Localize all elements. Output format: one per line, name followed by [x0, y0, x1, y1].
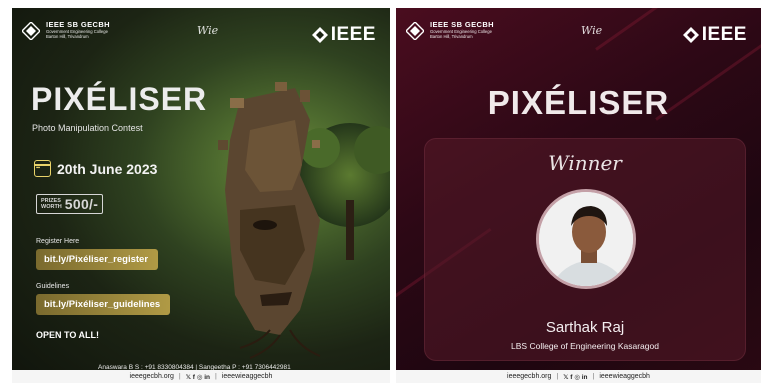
register-link[interactable]: bit.ly/Pixéliser_register	[36, 249, 159, 270]
winner-label: Winner	[548, 151, 622, 175]
winner-name: Sarthak Raj	[545, 319, 625, 336]
poster-footer: ieeegecbh.org | 𝕏 f ◎ in | ieeewieaggecb…	[12, 370, 390, 383]
date-text: 20th June 2023	[57, 160, 158, 177]
winner-card: Winner Sarthak Raj LBS College of Engine…	[424, 138, 746, 361]
org-title: IEEE SB GECBH	[46, 20, 110, 29]
org-sub-2: Barton Hill, Trivandrum	[46, 34, 89, 39]
footer-handle[interactable]: ieeewieaggecbh	[222, 373, 273, 380]
footer-site-link[interactable]: ieeegecbh.org	[507, 373, 551, 380]
poster-header: IEEE SB GECBH Government Engineering Col…	[22, 20, 380, 46]
contest-poster: IEEE SB GECBH Government Engineering Col…	[12, 8, 390, 383]
poster-header: IEEE SB GECBH Government Engineering Col…	[406, 20, 751, 46]
ieee-logo: IEEE	[682, 24, 747, 46]
contest-subtitle: Photo Manipulation Contest	[32, 123, 143, 133]
wie-logo: Wie	[197, 24, 219, 37]
social-icons[interactable]: 𝕏 f ◎ in	[186, 373, 210, 381]
guidelines-link[interactable]: bit.ly/Pixéliser_guidelines	[36, 294, 171, 315]
register-label: Register Here	[36, 238, 80, 245]
ieee-sb-logo-icon	[406, 22, 424, 40]
ieee-wordmark: IEEE	[701, 24, 747, 45]
ieee-sb-logo-icon	[22, 22, 40, 40]
org-sub-2: Barton Hill, Trivandrum	[430, 34, 473, 39]
prize-label-2: WORTH	[41, 204, 62, 210]
org-block: IEEE SB GECBH Government Engineering Col…	[430, 20, 494, 39]
footer-site-link[interactable]: ieeegecbh.org	[130, 373, 174, 380]
social-icons[interactable]: 𝕏 f ◎ in	[563, 373, 587, 381]
fractured-face-artwork	[218, 82, 390, 359]
calendar-icon	[34, 160, 51, 177]
org-block: IEEE SB GECBH Government Engineering Col…	[46, 20, 110, 39]
guidelines-label: Guidelines	[36, 283, 70, 290]
ieee-diamond-icon	[311, 27, 328, 43]
prize-badge: PRIZES WORTH 500/-	[36, 194, 104, 214]
open-to-all-text: OPEN TO ALL!	[36, 330, 99, 340]
ieee-logo: IEEE	[311, 24, 376, 46]
winner-photo	[536, 189, 636, 289]
winner-college: LBS College of Engineering Kasaragod	[511, 341, 659, 351]
org-title: IEEE SB GECBH	[430, 20, 494, 29]
ieee-diamond-icon	[682, 27, 699, 43]
winner-portrait-image	[539, 192, 633, 286]
footer-divider: |	[592, 373, 595, 380]
footer-divider: |	[215, 373, 217, 380]
poster-footer: ieeegecbh.org | 𝕏 f ◎ in | ieeewieaggecb…	[396, 370, 761, 383]
event-date: 20th June 2023	[34, 160, 157, 177]
wie-logo: Wie	[581, 24, 603, 37]
contest-title: PIXÉLISER	[31, 81, 208, 117]
footer-divider: |	[556, 373, 559, 380]
footer-divider: |	[178, 373, 181, 380]
ieee-wordmark: IEEE	[330, 24, 376, 45]
winner-poster: IEEE SB GECBH Government Engineering Col…	[396, 8, 761, 383]
footer-handle[interactable]: ieeewieaggecbh	[599, 373, 650, 380]
contest-title: PIXÉLISER	[487, 84, 670, 121]
prize-amount: 500/-	[64, 196, 99, 212]
